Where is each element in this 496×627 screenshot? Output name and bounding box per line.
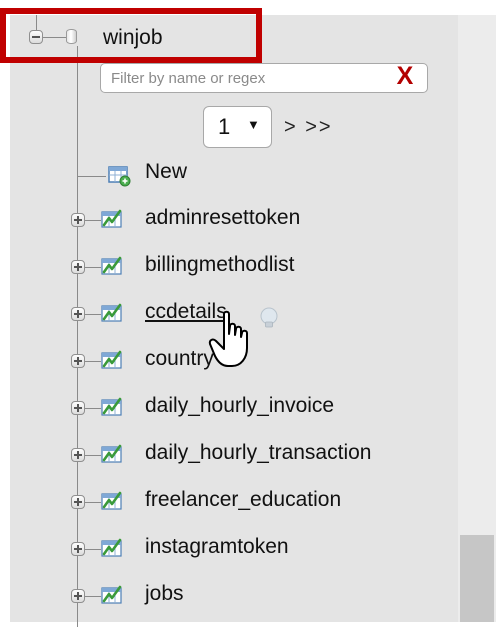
dropdown-caret-icon: ▼	[247, 117, 260, 132]
table-name-link[interactable]: daily_hourly_transaction	[145, 441, 371, 465]
tree-connector-line	[85, 549, 101, 550]
table-name-link[interactable]: jobs	[145, 582, 184, 606]
table-icon[interactable]	[101, 350, 123, 370]
expand-icon[interactable]	[71, 354, 85, 368]
page-next-links[interactable]: > >>	[284, 116, 333, 139]
filter-input[interactable]	[100, 63, 428, 93]
table-name-link[interactable]: daily_hourly_invoice	[145, 394, 334, 418]
tree-connector-line	[85, 408, 101, 409]
table-name-link[interactable]: freelancer_education	[145, 488, 341, 512]
highlight-box	[0, 8, 262, 63]
table-icon[interactable]	[101, 491, 123, 511]
page-select[interactable]: 1 ▼	[203, 106, 272, 148]
table-name-link[interactable]: instagramtoken	[145, 535, 289, 559]
table-icon[interactable]	[101, 397, 123, 417]
expand-icon[interactable]	[71, 495, 85, 509]
tree-connector-line	[85, 314, 101, 315]
tree-connector-line	[85, 361, 101, 362]
hint-bulb-icon[interactable]	[258, 306, 280, 330]
scrollbar-thumb[interactable]	[460, 535, 494, 622]
table-icon[interactable]	[101, 585, 123, 605]
expand-icon[interactable]	[71, 307, 85, 321]
scrollbar-track[interactable]	[458, 15, 496, 622]
table-name-link[interactable]: billingmethodlist	[145, 253, 294, 277]
table-name-link[interactable]: adminresettoken	[145, 206, 300, 230]
tree-connector-line	[85, 220, 101, 221]
tree-connector-line	[85, 596, 101, 597]
expand-icon[interactable]	[71, 213, 85, 227]
tree-connector-line	[78, 176, 106, 177]
table-icon[interactable]	[101, 256, 123, 276]
tree-connector-line	[85, 502, 101, 503]
expand-icon[interactable]	[71, 448, 85, 462]
expand-icon[interactable]	[71, 542, 85, 556]
tree-connector-line	[85, 267, 101, 268]
table-icon[interactable]	[101, 209, 123, 229]
new-table-icon[interactable]	[108, 165, 132, 187]
tree-connector-line	[85, 455, 101, 456]
page-select-value: 1	[218, 114, 231, 139]
table-icon[interactable]	[101, 303, 123, 323]
table-icon[interactable]	[101, 444, 123, 464]
expand-icon[interactable]	[71, 260, 85, 274]
table-name-link[interactable]: country	[145, 347, 214, 371]
tree-connector-line	[77, 46, 78, 627]
table-icon[interactable]	[101, 538, 123, 558]
hand-cursor-icon	[208, 310, 248, 367]
new-table-link[interactable]: New	[145, 160, 187, 184]
expand-icon[interactable]	[71, 401, 85, 415]
expand-icon[interactable]	[71, 589, 85, 603]
clear-filter-button[interactable]: X	[390, 61, 420, 91]
